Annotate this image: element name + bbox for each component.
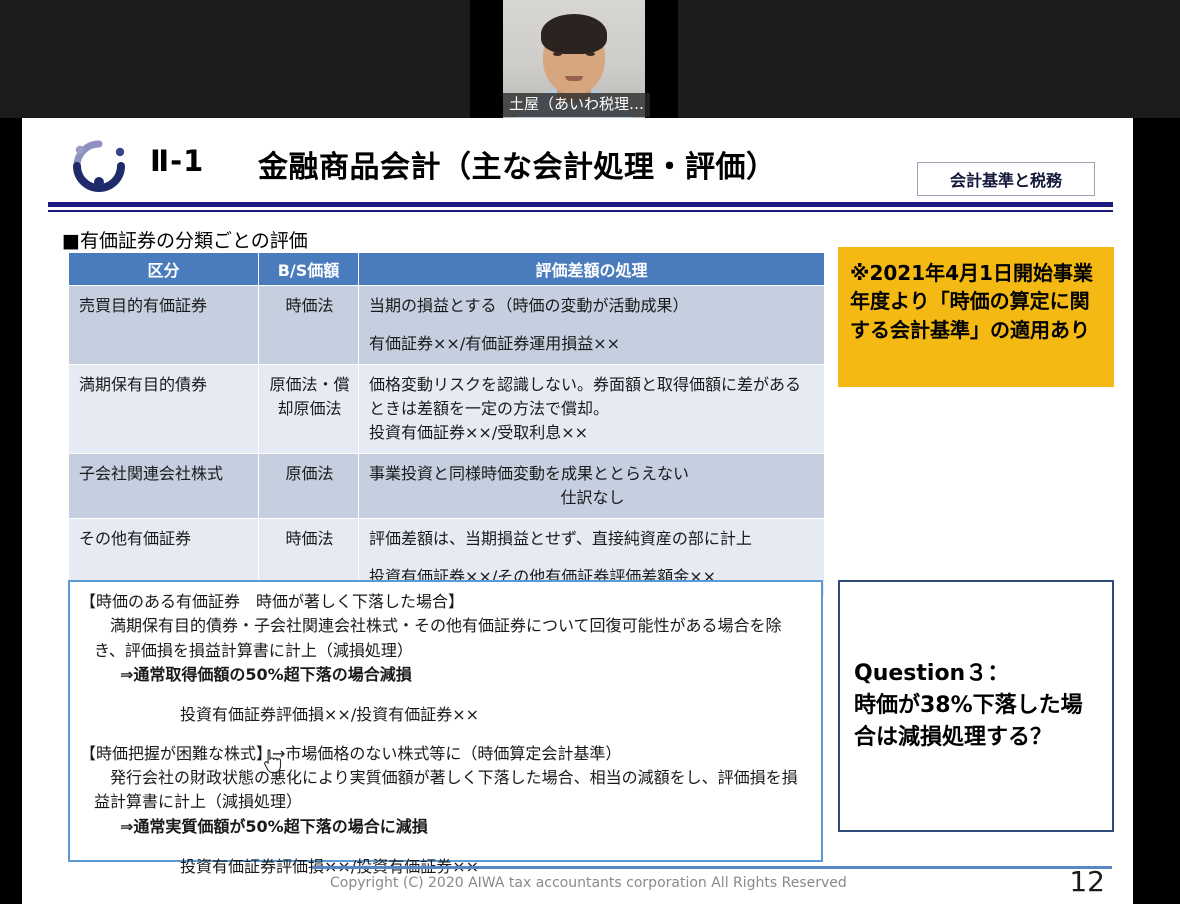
page-number: 12	[1069, 865, 1105, 898]
category-badge: 会計基準と税務	[917, 162, 1095, 196]
cell-treatment: 価格変動リスクを認識しない。券面額と取得価額に差があるときは差額を一定の方法で償…	[358, 364, 825, 454]
column-header-treatment: 評価差額の処理	[358, 252, 825, 286]
cell-treatment: 事業投資と同様時価変動を成果ととらえない 仕訳なし	[358, 453, 825, 519]
title-divider-thin	[48, 210, 1113, 212]
treatment-line-1: 当期の損益とする（時価の変動が活動成果）	[369, 296, 689, 315]
accounting-standard-note: ※2021年4月1日開始事業年度より「時価の算定に関する会計基準」の適用あり	[838, 247, 1114, 387]
cell-bs-value: 時価法	[258, 285, 359, 365]
question-box: Question３： 時価が38%下落した場合は減損処理する？	[838, 580, 1114, 832]
cell-spacer	[369, 551, 816, 565]
table-header-row: 区分 B/S価額 評価差額の処理	[68, 252, 825, 286]
treatment-line-2: 投資有価証券××/受取利息××	[369, 423, 589, 442]
cell-category: 子会社関連会社株式	[68, 453, 259, 519]
cell-spacer	[369, 318, 816, 332]
person-hair	[541, 14, 607, 54]
company-logo-icon	[66, 136, 132, 198]
treatment-line-1: 評価差額は、当期損益とせず、直接純資産の部に計上	[369, 529, 752, 548]
footer-divider	[312, 866, 1112, 869]
title-divider-thick	[48, 202, 1113, 207]
person-mouth	[565, 76, 583, 81]
treatment-line-2: 有価証券××/有価証券運用損益××	[369, 334, 621, 353]
video-participant-tile[interactable]: 土屋（あいわ税理…	[470, 0, 678, 118]
slide-title: 金融商品会計（主な会計処理・評価）	[258, 150, 777, 185]
table-row: 満期保有目的債券 原価法・償却原価法 価格変動リスクを認識しない。券面額と取得価…	[68, 364, 825, 454]
detail-body-1: 満期保有目的債券・子会社関連会社株式・その他有価証券について回復可能性がある場合…	[94, 616, 782, 660]
presentation-slide: Ⅱ-1 金融商品会計（主な会計処理・評価） 会計基準と税務 ■有価証券の分類ごと…	[22, 118, 1133, 904]
treatment-line-1: 価格変動リスクを認識しない。券面額と取得価額に差があるときは差額を一定の方法で償…	[369, 375, 802, 418]
cell-bs-value: 原価法	[258, 453, 359, 519]
slide-section-number: Ⅱ-1	[150, 144, 205, 178]
cell-category: 満期保有目的債券	[68, 364, 259, 454]
cell-bs-value: 原価法・償却原価法	[258, 364, 359, 454]
person-eye-right	[586, 52, 595, 56]
copyright-text: Copyright (C) 2020 AIWA tax accountants …	[330, 875, 847, 891]
question-text: Question３： 時価が38%下落した場合は減損処理する？	[854, 661, 1083, 750]
treatment-line-1: 事業投資と同様時価変動を成果ととらえない	[369, 464, 690, 483]
detail-spacer	[80, 728, 811, 742]
section-heading: ■有価証券の分類ごとの評価	[62, 230, 308, 252]
table-row: 売買目的有価証券 時価法 当期の損益とする（時価の変動が活動成果） 有価証券××…	[68, 285, 825, 365]
detail-arrow-2: ⇒通常実質価額が50%超下落の場合に減損	[120, 816, 428, 836]
column-header-category: 区分	[68, 252, 259, 286]
detail-body-2: 発行会社の財政状態の悪化により実質価額が著しく下落した場合、相当の減額をし、評価…	[94, 767, 798, 812]
detail-arrow-1: ⇒通常取得価額の50%超下落の場合減損	[120, 664, 412, 684]
table-row: 子会社関連会社株式 原価法 事業投資と同様時価変動を成果ととらえない 仕訳なし	[68, 453, 825, 519]
impairment-detail-box: 【時価のある有価証券 時価が著しく下落した場合】 満期保有目的債券・子会社関連会…	[68, 580, 823, 876]
cell-category: 売買目的有価証券	[68, 285, 259, 365]
detail-heading-2: 【時価把握が困難な株式】→市場価格のない株式等に（時価算定会計基準）	[80, 743, 622, 763]
person-eye-left	[553, 52, 562, 56]
cell-treatment: 当期の損益とする（時価の変動が活動成果） 有価証券××/有価証券運用損益××	[358, 285, 825, 365]
securities-evaluation-table: 区分 B/S価額 評価差額の処理 売買目的有価証券 時価法 当期の損益とする（時…	[68, 252, 825, 598]
column-header-bs-value: B/S価額	[258, 252, 359, 286]
detail-journal-entry-1: 投資有価証券評価損××/投資有価証券××	[180, 705, 480, 725]
participant-name-label: 土屋（あいわ税理…	[503, 93, 650, 117]
treatment-line-2: 仕訳なし	[560, 488, 625, 507]
detail-heading-1: 【時価のある有価証券 時価が著しく下落した場合】	[80, 592, 465, 611]
video-conference-strip: 土屋（あいわ税理…	[0, 0, 1180, 118]
